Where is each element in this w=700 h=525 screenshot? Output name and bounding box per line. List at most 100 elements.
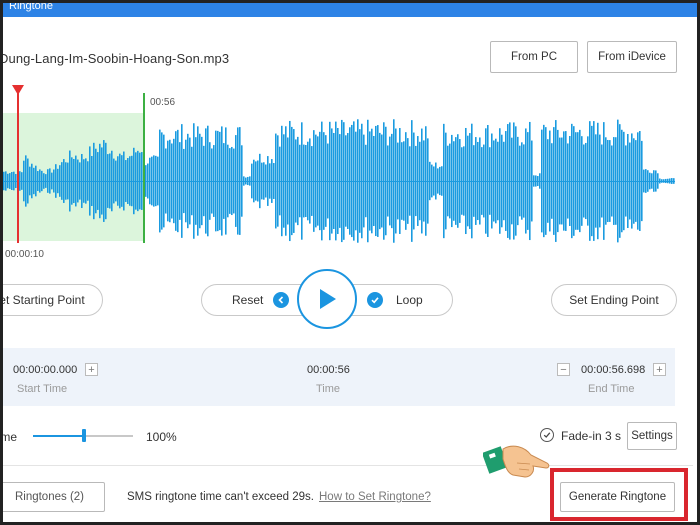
waveform-bar bbox=[667, 178, 669, 184]
how-to-set-ringtone-link[interactable]: How to Set Ringtone? bbox=[319, 491, 431, 503]
waveform-bar bbox=[83, 159, 85, 203]
volume-slider-thumb[interactable] bbox=[82, 429, 86, 442]
waveform-bar bbox=[417, 136, 419, 226]
waveform-bar bbox=[489, 147, 491, 215]
waveform-bar bbox=[271, 159, 273, 203]
waveform-bar bbox=[497, 141, 499, 221]
waveform-bar bbox=[291, 126, 293, 236]
waveform-bar bbox=[357, 119, 359, 243]
start-marker-handle[interactable] bbox=[12, 85, 24, 95]
waveform-bar bbox=[539, 173, 541, 189]
waveform-bar bbox=[651, 173, 653, 189]
loop-label[interactable]: Loop bbox=[396, 293, 423, 307]
waveform-bar bbox=[611, 145, 613, 217]
start-marker[interactable] bbox=[17, 93, 19, 243]
waveform-bar bbox=[587, 136, 589, 226]
duration-value: 00:00:56 bbox=[307, 364, 350, 376]
waveform-bar bbox=[349, 127, 351, 235]
waveform-bar bbox=[439, 166, 441, 196]
waveform-bar bbox=[429, 161, 431, 201]
waveform-bar bbox=[145, 165, 147, 197]
waveform-bar bbox=[605, 137, 607, 225]
waveform-bar bbox=[405, 132, 407, 230]
from-idevice-button[interactable]: From iDevice bbox=[587, 41, 677, 73]
waveform-bar bbox=[33, 167, 35, 195]
waveform-bar bbox=[377, 125, 379, 237]
waveform-bar bbox=[545, 127, 547, 235]
waveform-bar bbox=[313, 130, 315, 232]
waveform-bar bbox=[149, 157, 151, 205]
waveform-bar bbox=[27, 158, 29, 204]
waveform-bar bbox=[459, 139, 461, 223]
waveform-bar bbox=[623, 131, 625, 231]
waveform-bar bbox=[543, 124, 545, 238]
end-marker[interactable] bbox=[143, 93, 145, 243]
waveform-bar bbox=[643, 169, 645, 193]
waveform-bar bbox=[469, 133, 471, 229]
waveform-bar bbox=[575, 132, 577, 230]
waveform-bar bbox=[37, 171, 39, 191]
waveform-bar bbox=[375, 125, 377, 237]
waveform-bar bbox=[455, 137, 457, 225]
waveform-bar bbox=[79, 162, 81, 200]
start-time-increase[interactable]: + bbox=[85, 363, 98, 376]
waveform-bar bbox=[557, 129, 559, 233]
waveform-bar bbox=[397, 142, 399, 220]
waveform-bar bbox=[339, 134, 341, 228]
waveform-bar bbox=[129, 156, 131, 206]
my-ringtones-button[interactable]: My Ringtones (2) bbox=[3, 482, 105, 512]
waveform-bar bbox=[653, 170, 655, 192]
waveform-bar bbox=[305, 144, 307, 218]
waveform-bar bbox=[471, 123, 473, 239]
set-ending-point-button[interactable]: Set Ending Point bbox=[551, 284, 677, 316]
waveform-bar bbox=[451, 134, 453, 228]
waveform-bar bbox=[389, 136, 391, 226]
waveform-bar bbox=[647, 170, 649, 192]
waveform-bar bbox=[285, 126, 287, 236]
waveform-bar bbox=[589, 121, 591, 241]
waveform-bar bbox=[637, 132, 639, 230]
waveform-bar bbox=[243, 176, 245, 186]
from-pc-button[interactable]: From PC bbox=[490, 41, 578, 73]
waveform-bar bbox=[541, 129, 543, 233]
waveform-bar bbox=[165, 148, 167, 214]
waveform-bar bbox=[281, 125, 283, 237]
waveform-bar bbox=[293, 129, 295, 233]
waveform-bar bbox=[287, 137, 289, 225]
waveform-bar bbox=[669, 178, 671, 184]
set-starting-point-button[interactable]: Set Starting Point bbox=[3, 284, 103, 316]
waveform-bar bbox=[29, 166, 31, 196]
waveform-bar bbox=[395, 128, 397, 234]
fade-in-label[interactable]: Fade-in 3 s bbox=[561, 429, 621, 443]
waveform-bar bbox=[211, 148, 213, 214]
end-time-decrease[interactable]: − bbox=[557, 363, 570, 376]
end-time-value[interactable]: 00:00:56.698 bbox=[581, 364, 645, 376]
file-name: Dung-Lang-Im-Soobin-Hoang-Son.mp3 bbox=[0, 51, 230, 66]
play-button[interactable] bbox=[297, 269, 357, 329]
waveform-bar bbox=[279, 146, 281, 216]
waveform-bar bbox=[393, 119, 395, 243]
end-time-increase[interactable]: + bbox=[653, 363, 666, 376]
loop-check-icon[interactable] bbox=[367, 292, 383, 308]
waveform-bar bbox=[495, 138, 497, 224]
waveform-bar bbox=[21, 172, 23, 190]
start-time-value[interactable]: 00:00:00.000 bbox=[13, 364, 77, 376]
waveform-bar bbox=[259, 153, 261, 209]
waveform-bar bbox=[445, 132, 447, 230]
waveform-bar bbox=[13, 171, 15, 191]
reset-icon[interactable] bbox=[273, 292, 289, 308]
waveform-bar bbox=[189, 137, 191, 225]
waveform-bar bbox=[551, 143, 553, 219]
waveform-bar bbox=[173, 138, 175, 224]
waveform-bar bbox=[481, 147, 483, 215]
waveform-area[interactable]: 00:56 00:00:10 bbox=[3, 85, 675, 260]
waveform-bar bbox=[351, 124, 353, 238]
settings-button[interactable]: Settings bbox=[627, 422, 677, 450]
waveform-bar bbox=[253, 159, 255, 203]
waveform-bar bbox=[659, 178, 661, 184]
reset-button[interactable]: Reset bbox=[232, 293, 263, 307]
waveform-bar bbox=[407, 138, 409, 224]
waveform-bar bbox=[319, 131, 321, 231]
waveform-bar bbox=[25, 155, 27, 207]
waveform-bar bbox=[387, 145, 389, 217]
